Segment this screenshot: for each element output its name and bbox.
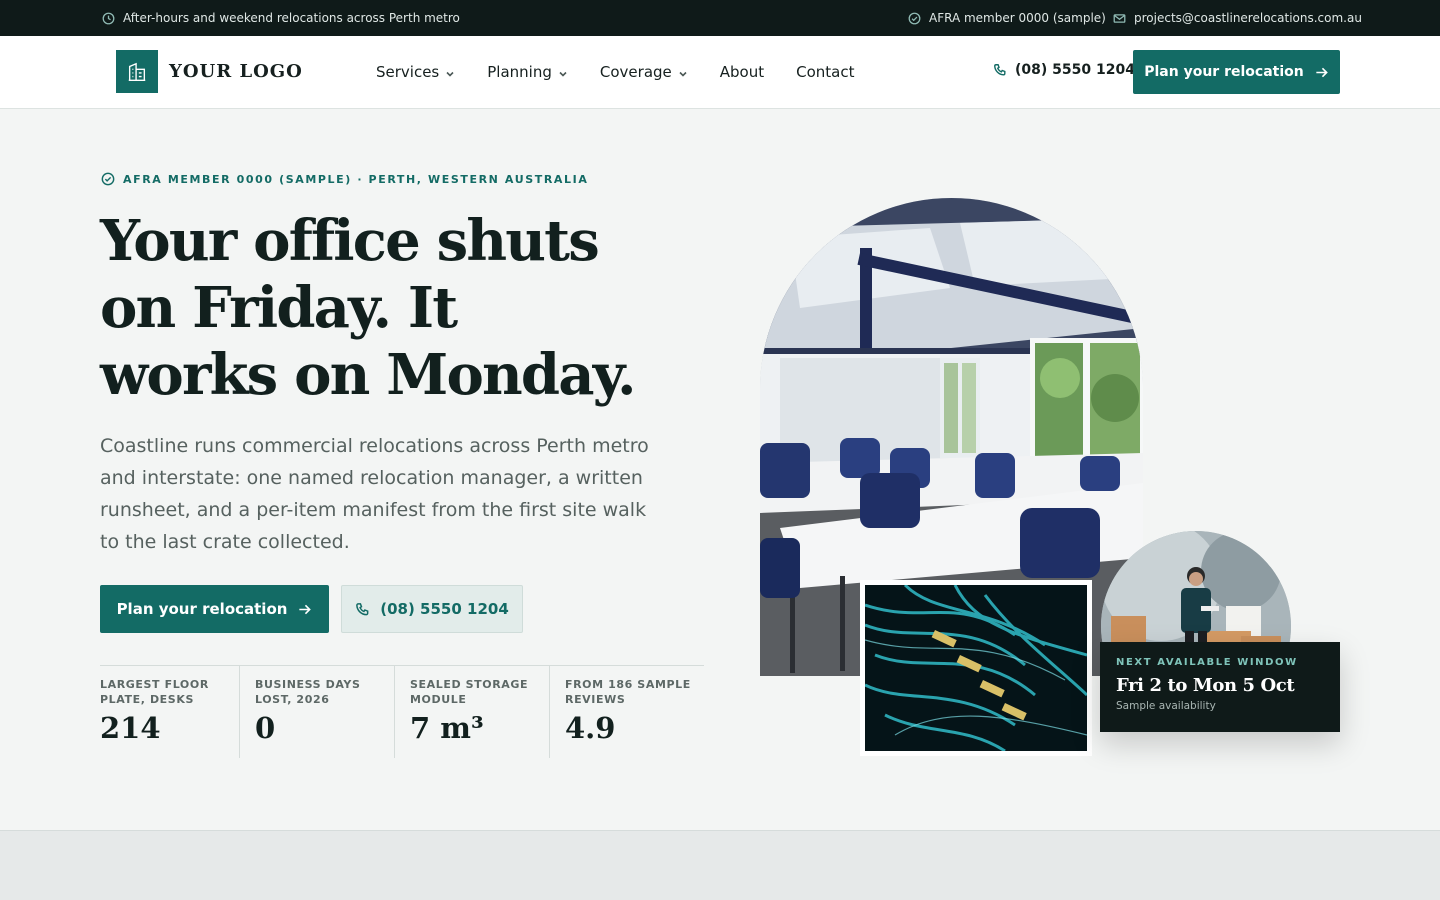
hero-eyebrow: AFRA MEMBER 0000 (SAMPLE) · PERTH, WESTE… (101, 172, 588, 186)
plan-relocation-button[interactable]: Plan your relocation (100, 585, 329, 633)
mail-icon (1113, 12, 1126, 25)
network-cables-photo (860, 580, 1092, 756)
stat-label: From 186 sample reviews (565, 678, 691, 706)
header-cta-label: Plan your relocation (1144, 64, 1304, 80)
chevron-down-icon (558, 66, 568, 79)
hours-notice: After-hours and weekend relocations acro… (102, 0, 460, 36)
headline-line: on Friday. It (100, 275, 458, 341)
email-link[interactable]: projects@coastlinerelocations.com.au (1113, 0, 1362, 36)
membership-text: AFRA member 0000 (sample) (929, 11, 1106, 25)
nav-item-services[interactable]: Services (376, 63, 455, 81)
stats-row: Largest floor plate, desks 214 Business … (100, 665, 704, 758)
membership-notice: AFRA member 0000 (sample) (908, 0, 1106, 36)
badge-check-icon (908, 12, 921, 25)
availability-label: NEXT AVAILABLE WINDOW (1116, 657, 1298, 668)
hours-text: After-hours and weekend relocations acro… (123, 11, 460, 25)
stat-value: 0 (255, 711, 276, 745)
header-phone-text: (08) 5550 1204 (1015, 62, 1135, 78)
availability-card: NEXT AVAILABLE WINDOW Fri 2 to Mon 5 Oct… (1100, 642, 1340, 732)
nav-item-label: Planning (487, 63, 552, 81)
main-nav: Services Planning Coverage About Contact (376, 36, 854, 108)
utility-bar: After-hours and weekend relocations acro… (0, 0, 1440, 36)
nav-item-contact[interactable]: Contact (796, 63, 854, 81)
header-phone-link[interactable]: (08) 5550 1204 (993, 36, 1135, 104)
availability-title: Fri 2 to Mon 5 Oct (1116, 675, 1295, 696)
stat-value: 214 (100, 711, 161, 745)
headline-line: works on Monday. (100, 342, 637, 408)
nav-item-label: About (719, 63, 765, 81)
primary-cta-label: Plan your relocation (116, 600, 288, 618)
nav-item-label: Services (376, 63, 440, 81)
call-button[interactable]: (08) 5550 1204 (341, 585, 523, 633)
chevron-down-icon (678, 66, 688, 79)
nav-item-coverage[interactable]: Coverage (600, 63, 688, 81)
stat-item: Business days lost, 2026 0 (239, 666, 394, 758)
stat-value: 7 m³ (410, 711, 484, 745)
email-text[interactable]: projects@coastlinerelocations.com.au (1134, 11, 1362, 25)
hero-lead: Coastline runs commercial relocations ac… (100, 435, 649, 553)
phone-icon (355, 602, 370, 617)
nav-item-label: Coverage (599, 63, 672, 81)
stat-item: From 186 sample reviews 4.9 (549, 666, 704, 758)
nav-item-planning[interactable]: Planning (487, 63, 568, 81)
arrow-right-icon (1314, 65, 1329, 80)
badge-check-icon (101, 172, 115, 186)
clock-icon (102, 12, 115, 25)
hero-headline: Your office shuts on Friday. It works on… (100, 208, 700, 409)
header-plan-relocation-button[interactable]: Plan your relocation (1133, 50, 1340, 94)
headline-line: Your office shuts (100, 208, 600, 274)
nav-item-about[interactable]: About (720, 63, 764, 81)
secondary-cta-label: (08) 5550 1204 (380, 600, 509, 618)
stat-item: Sealed storage module 7 m³ (394, 666, 549, 758)
stat-label: Business days lost, 2026 (255, 678, 361, 706)
site-header: YOUR LOGO Services Planning Coverage Abo… (0, 36, 1440, 109)
chevron-down-icon (445, 66, 455, 79)
logo[interactable]: YOUR LOGO (116, 50, 303, 93)
next-section-band (0, 830, 1440, 900)
nav-item-label: Contact (796, 63, 855, 81)
logo-text: YOUR LOGO (169, 61, 303, 82)
stat-value: 4.9 (565, 711, 616, 745)
building-icon (116, 50, 158, 93)
stat-label: Sealed storage module (410, 678, 529, 706)
arrow-right-icon (297, 602, 312, 617)
stat-label: Largest floor plate, desks (100, 678, 209, 706)
availability-note: Sample availability (1116, 700, 1216, 712)
stat-item: Largest floor plate, desks 214 (100, 666, 239, 758)
eyebrow-text: AFRA MEMBER 0000 (SAMPLE) · PERTH, WESTE… (123, 172, 589, 186)
phone-icon (993, 63, 1007, 77)
